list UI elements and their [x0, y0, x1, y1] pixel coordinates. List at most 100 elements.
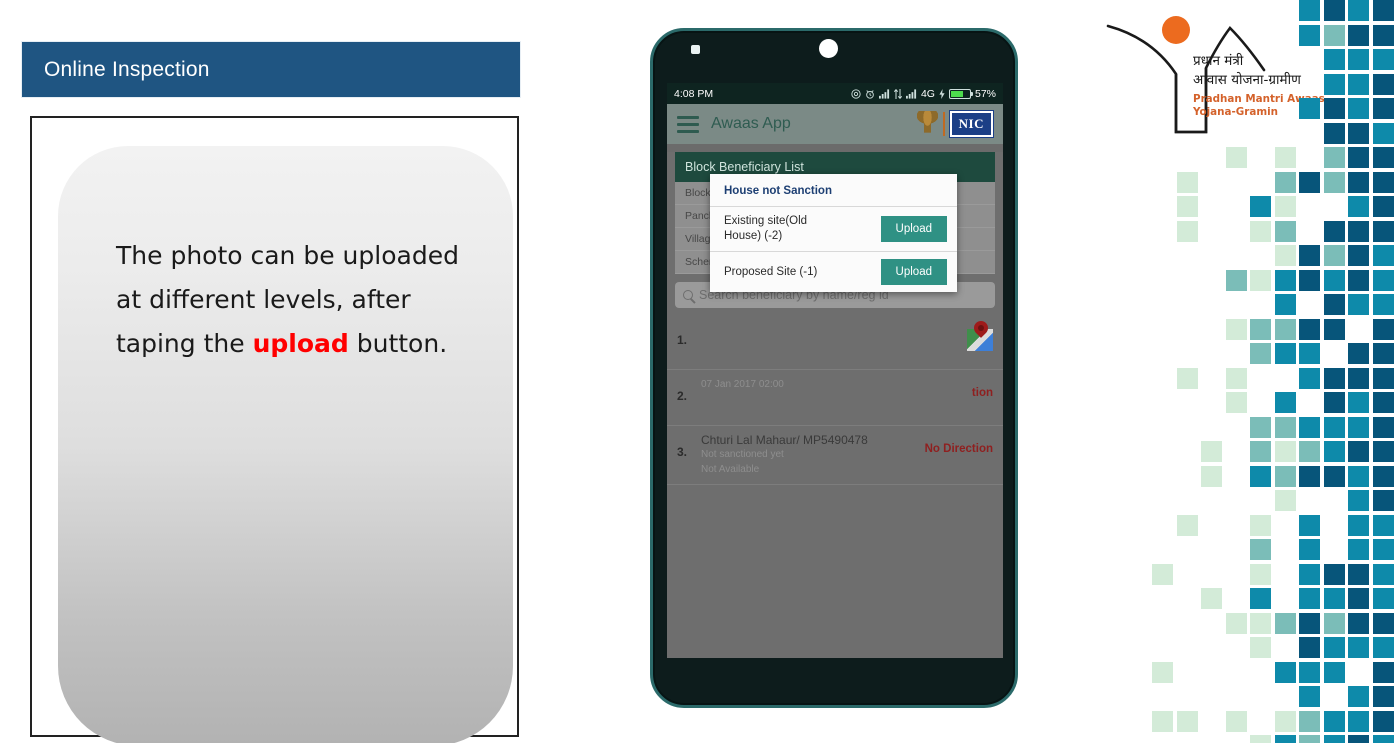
decor-square: [1299, 245, 1320, 266]
decor-square: [1274, 490, 1296, 511]
decor-square: [1348, 147, 1369, 168]
list-item-number: 3.: [677, 445, 688, 459]
front-camera-icon: [819, 39, 838, 58]
phone-screen: 4:08 PM 4G 57% Awaas App NIC Block Benef…: [667, 83, 1003, 658]
decor-square: [1274, 735, 1296, 743]
decor-square: [1250, 588, 1271, 609]
decor-square: [1372, 514, 1394, 536]
location-icon: [851, 88, 861, 99]
upload-button[interactable]: Upload: [880, 259, 947, 285]
status-bar-time: 4:08 PM: [674, 87, 714, 100]
hamburger-icon[interactable]: [677, 115, 699, 133]
decor-square: [1225, 269, 1247, 291]
decor-square: [1323, 612, 1345, 634]
status-badge: No Direction: [924, 443, 993, 455]
decor-square: [1274, 441, 1296, 462]
list-item-sub1: Not sanctioned yet: [701, 449, 784, 460]
decor-square: [1225, 318, 1247, 340]
decor-square: [1372, 392, 1394, 413]
decor-square: [1323, 588, 1345, 609]
decor-square: [1372, 49, 1394, 70]
phone-top-bezel: [653, 31, 1015, 83]
decor-square: [1225, 710, 1247, 732]
list-item[interactable]: 1.: [667, 314, 1003, 370]
decor-square: [1274, 318, 1296, 340]
decor-square: [1250, 269, 1271, 291]
decor-square: [1299, 588, 1320, 609]
slide-title-bar: Online Inspection: [22, 42, 520, 97]
decor-square: [1323, 220, 1345, 242]
decor-square: [1250, 637, 1271, 658]
decor-square: [1348, 220, 1369, 242]
decor-square: [1225, 392, 1247, 413]
decor-square: [1372, 245, 1394, 266]
decor-square: [1274, 147, 1296, 168]
decor-square: [1299, 269, 1320, 291]
decor-square: [1348, 416, 1369, 438]
decor-square: [1372, 441, 1394, 462]
decor-square: [1274, 245, 1296, 266]
list-item[interactable]: 3. Chturi Lal Mahaur/ MP5490478 Not sanc…: [667, 426, 1003, 485]
decor-square: [1299, 465, 1320, 487]
decor-square: [1323, 73, 1345, 95]
logo-divider: [942, 112, 945, 136]
signal-icon: [878, 88, 890, 99]
india-emblem-icon: [916, 110, 938, 138]
list-item[interactable]: 2. 07 Jan 2017 02:00 tion: [667, 370, 1003, 426]
decor-square: [1299, 318, 1320, 340]
decor-square: [1348, 710, 1369, 732]
decor-square: [1348, 245, 1369, 266]
decor-square: [1323, 710, 1345, 732]
status-bar-icons: 4G 57%: [851, 88, 996, 100]
decor-square: [1176, 710, 1198, 732]
decor-square: [1299, 343, 1320, 364]
decor-square: [1152, 563, 1173, 585]
battery-icon: [948, 88, 973, 99]
decor-square: [1348, 637, 1369, 658]
status-bar: 4:08 PM 4G 57%: [667, 83, 1003, 104]
decor-square: [1250, 318, 1271, 340]
decor-square: [1250, 196, 1271, 217]
decor-square: [1372, 318, 1394, 340]
gray-rounded-panel: The photo can be uploaded at different l…: [58, 146, 513, 743]
decor-square: [1372, 122, 1394, 144]
decor-square: [1348, 294, 1369, 315]
decor-square: [1152, 661, 1173, 683]
decor-square: [1274, 710, 1296, 732]
dialog-option-row: Proposed Site (-1) Upload: [710, 252, 957, 292]
decor-square: [1201, 441, 1222, 462]
decor-square: [1250, 416, 1271, 438]
decor-square: [1348, 171, 1369, 193]
decor-square: [1274, 269, 1296, 291]
charging-bolt-icon: [939, 88, 945, 99]
nic-logo: NIC: [949, 111, 993, 137]
decor-square: [1348, 392, 1369, 413]
instruction-text-part2: button.: [348, 329, 448, 358]
dialog-option-row: Existing site(Old House) (-2) Upload: [710, 207, 957, 252]
decor-square: [1152, 710, 1173, 732]
decor-square: [1348, 686, 1369, 707]
decor-square: [1372, 367, 1394, 389]
decor-square: [1323, 24, 1345, 46]
decor-square: [1372, 539, 1394, 560]
decor-square: [1176, 220, 1198, 242]
decor-square: [1176, 367, 1198, 389]
decor-square: [1323, 0, 1345, 21]
decor-square: [1299, 441, 1320, 462]
search-icon: [683, 290, 693, 300]
list-item-number: 1.: [677, 333, 688, 347]
decor-square: [1372, 416, 1394, 438]
decor-square: [1372, 686, 1394, 707]
decor-square: [1323, 637, 1345, 658]
decor-square: [1323, 465, 1345, 487]
map-pin-icon[interactable]: [967, 318, 993, 351]
decor-square: [1323, 563, 1345, 585]
upload-button[interactable]: Upload: [880, 216, 947, 242]
decor-square: [1274, 612, 1296, 634]
decor-square: [1348, 49, 1369, 70]
decor-square: [1372, 490, 1394, 511]
decor-square: [1372, 73, 1394, 95]
decor-square: [1299, 539, 1320, 560]
decor-square: [1372, 637, 1394, 658]
decor-square: [1323, 661, 1345, 683]
